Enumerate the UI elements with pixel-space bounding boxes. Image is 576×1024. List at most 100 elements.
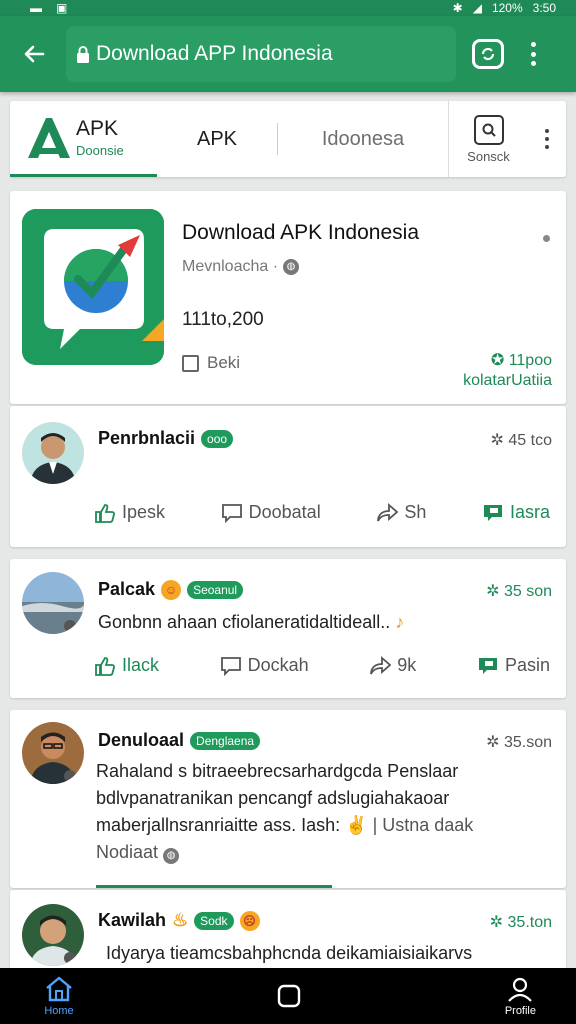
- app-size: 111to,200: [182, 309, 264, 330]
- profile-label: Profile: [504, 1005, 536, 1017]
- comment-button[interactable]: Doobatal: [221, 502, 321, 523]
- nav-home-button[interactable]: Home: [44, 975, 74, 1017]
- app-checkbox[interactable]: Beki: [182, 353, 240, 373]
- checkbox-icon: [182, 354, 199, 372]
- search-icon: [473, 114, 504, 145]
- dot-icon: [530, 42, 536, 47]
- globe-icon: ◍: [163, 848, 180, 864]
- like-label: Ilack: [122, 655, 160, 675]
- thumbs-up-icon: [95, 656, 115, 676]
- post-time: ✲ 45 tco: [491, 430, 552, 450]
- share-button[interactable]: 9k: [369, 655, 416, 676]
- clock: 3:50: [532, 1, 556, 15]
- post-footer: Nodiaat ◍: [96, 839, 556, 866]
- nav-profile-button[interactable]: Profile: [505, 975, 536, 1017]
- post-line-tail: | Ustna daak: [372, 815, 474, 835]
- notification-icon: ▬: [30, 1, 42, 15]
- home-icon: [46, 976, 72, 1002]
- site-logo[interactable]: APK Doonsie: [10, 101, 157, 177]
- app-title[interactable]: Download APK Indonesia: [182, 221, 419, 245]
- dot-icon: [545, 129, 549, 133]
- save-label: Pasin: [504, 655, 550, 675]
- share-label: 9k: [397, 655, 417, 675]
- avatar[interactable]: [22, 904, 84, 966]
- site-menu-button[interactable]: [528, 101, 566, 177]
- back-button[interactable]: [16, 36, 52, 72]
- brand-subtitle: Doonsie: [76, 143, 124, 158]
- comment-label: Doobatal: [248, 502, 321, 522]
- post-author[interactable]: Palcak ☺ Seoanul: [98, 579, 244, 600]
- back-arrow-icon: [24, 45, 45, 63]
- image-icon: ▣: [56, 1, 68, 15]
- globe-icon: ◍: [283, 259, 300, 275]
- post-card: Kawilah ♨ Sodk ☹ ✲ 35.ton Idyarya tieamc…: [10, 890, 566, 968]
- emoji-icon: ♪: [395, 612, 405, 632]
- post-time: ✲ 35.son: [486, 732, 552, 752]
- nav-indonesia[interactable]: Idoonesa: [278, 101, 448, 177]
- comment-button[interactable]: Dockah: [220, 655, 309, 676]
- post-author[interactable]: Kawilah ♨ Sodk ☹: [98, 910, 260, 931]
- emoji-icon: ☺: [161, 579, 182, 600]
- post-line: bdlvpanatranikan pencangf adslugiahakaoa…: [96, 788, 450, 808]
- nav-recents-button[interactable]: [276, 983, 302, 1009]
- dot-icon: [530, 61, 536, 66]
- tab-switcher-icon: [481, 47, 495, 61]
- post-actions: Ilack Dockah 9k Pasin: [94, 655, 550, 676]
- battery-text: 120%: [491, 1, 523, 15]
- apk-logo-icon: [28, 117, 70, 158]
- brand-title: APK: [76, 117, 119, 140]
- tab-switcher-button[interactable]: [472, 39, 504, 69]
- search-label: Sonsck: [467, 148, 510, 164]
- save-button[interactable]: Iasra: [482, 502, 550, 523]
- post-author[interactable]: Denuloaal Denglaena: [98, 730, 261, 751]
- post-time: ✲ 35.ton: [490, 912, 552, 932]
- app-icon: [22, 209, 164, 365]
- overflow-menu-button[interactable]: [524, 39, 542, 69]
- dot-icon: [545, 137, 549, 141]
- emoji-icon: ☹: [239, 910, 260, 931]
- post-card: Penrbnlacii ooo ✲ 45 tco Ipesk Doobatal …: [10, 406, 566, 547]
- author-badge: Seoanul: [187, 580, 244, 599]
- app-card[interactable]: Download APK Indonesia Mevnloacha · ◍ 11…: [10, 191, 566, 404]
- post-time-text: 35.ton: [507, 914, 552, 931]
- app-subtitle: Mevnloacha · ◍: [182, 258, 300, 276]
- comment-icon: [220, 656, 241, 676]
- comment-label: Dockah: [247, 655, 309, 675]
- post-author[interactable]: Penrbnlacii ooo: [98, 428, 234, 449]
- star-icon: ✲: [486, 583, 500, 600]
- avatar[interactable]: [22, 572, 84, 634]
- author-name: Denuloaal: [98, 730, 185, 750]
- save-button[interactable]: Pasin: [477, 655, 550, 676]
- post-line-wrap: maberjallnsranriaitte ass. Iash: ✌ | Ust…: [96, 812, 556, 839]
- bookmark-icon: [478, 657, 497, 674]
- share-label: Sh: [404, 502, 427, 522]
- app-stat-label: kolatarUatiia: [463, 372, 552, 389]
- app-menu-dot-icon[interactable]: [543, 235, 550, 242]
- post-time-text: 35.son: [503, 734, 552, 751]
- lock-icon: [77, 46, 89, 63]
- post-time-text: 45 tco: [508, 432, 552, 449]
- like-button[interactable]: Ilack: [94, 655, 159, 676]
- avatar[interactable]: [22, 722, 84, 784]
- like-label: Ipesk: [122, 502, 166, 522]
- like-button[interactable]: Ipesk: [94, 502, 165, 523]
- share-button[interactable]: Sh: [376, 502, 426, 523]
- share-icon: [370, 655, 392, 674]
- post-line: Nodiaat: [96, 842, 159, 862]
- trophy-icon: ✪: [490, 352, 505, 369]
- dot-icon: [545, 145, 549, 149]
- app-logo-icon: [22, 209, 164, 365]
- save-label: Iasra: [509, 502, 550, 522]
- bluetooth-icon: ✱: [452, 1, 463, 15]
- author-name: Palcak: [98, 579, 156, 599]
- post-line: Rahaland s bitraeebrecsarhardgcda Pensla…: [96, 761, 459, 781]
- search-button[interactable]: Sonsck: [448, 101, 528, 177]
- nav-apk[interactable]: APK: [157, 101, 277, 177]
- star-icon: ✲: [489, 914, 504, 931]
- address-bar[interactable]: Download APP Indonesia: [66, 26, 456, 82]
- square-icon: [278, 984, 301, 1008]
- author-badge: ooo: [201, 429, 234, 448]
- post-body: Rahaland s bitraeebrecsarhardgcda Pensla…: [96, 758, 556, 866]
- status-bar: ▬ ▣ ✱ ◢ 120% 3:50: [0, 0, 576, 16]
- avatar[interactable]: [22, 422, 84, 484]
